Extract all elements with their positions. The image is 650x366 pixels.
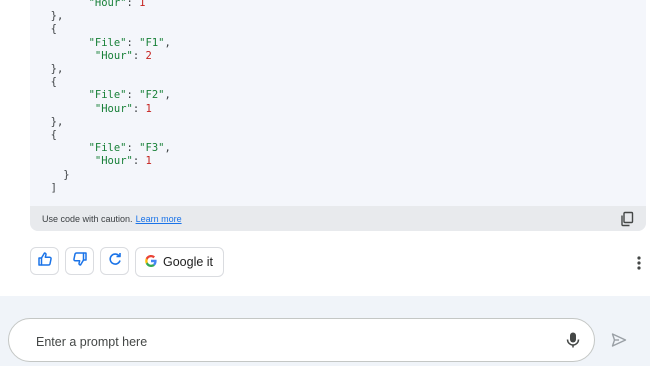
code-block: "Hour": 1 }, { "File": "F1", "Hour": 2 }…	[30, 0, 646, 231]
mic-icon[interactable]	[563, 330, 583, 350]
code-token: "File"	[88, 36, 127, 49]
code-token: "Hour"	[94, 102, 133, 115]
code-line: "File": "F3",	[38, 142, 171, 155]
code-token: 1	[139, 0, 146, 9]
code-token: :	[126, 36, 140, 49]
prompt-input[interactable]	[34, 331, 538, 353]
code-line: {	[38, 23, 57, 36]
regenerate-button[interactable]	[100, 247, 129, 275]
code-token: },	[38, 115, 64, 128]
copy-icon[interactable]	[619, 211, 635, 227]
code-token: 2	[145, 49, 152, 62]
code-line: "Hour": 2	[38, 50, 152, 63]
thumbs-up-button[interactable]	[30, 247, 59, 275]
code-token: "F2"	[139, 89, 165, 102]
code-token: "File"	[88, 89, 127, 102]
more-vertical-icon[interactable]	[633, 254, 645, 272]
code-line: },	[38, 115, 64, 129]
code-token: :	[132, 49, 146, 62]
code-line: }	[38, 168, 70, 182]
code-content: "Hour": 1 }, { "File": "F1", "Hour": 2 }…	[30, 0, 646, 206]
code-token: ,	[164, 36, 171, 49]
thumbs-up-icon	[37, 251, 53, 272]
response-actions: Google it	[30, 247, 225, 277]
code-token: }	[38, 168, 70, 181]
google-g-icon	[144, 254, 158, 271]
code-token: ]	[38, 181, 57, 194]
code-line: "Hour": 1	[38, 0, 146, 10]
code-line: "File": "F1",	[38, 37, 171, 50]
code-line: "File": "F2",	[38, 89, 171, 102]
code-token: "F3"	[139, 142, 165, 155]
code-token: },	[38, 63, 64, 75]
code-token: "Hour"	[94, 49, 133, 62]
regenerate-icon	[107, 251, 123, 272]
code-line: },	[38, 10, 64, 23]
code-token: ,	[164, 142, 171, 155]
send-icon[interactable]	[610, 331, 628, 349]
code-line: {	[38, 129, 57, 142]
code-token: :	[132, 102, 146, 115]
code-token: :	[126, 0, 140, 9]
code-token: {	[38, 129, 57, 141]
code-line: "Hour": 1	[38, 103, 152, 116]
code-token: },	[38, 10, 64, 23]
code-line: },	[38, 63, 64, 76]
code-token: "Hour"	[88, 0, 127, 9]
prompt-box	[8, 318, 595, 362]
code-token: "F1"	[139, 36, 165, 49]
code-token: {	[38, 23, 57, 36]
google-it-label: Google it	[163, 255, 214, 269]
code-token: :	[132, 155, 146, 168]
thumbs-down-icon	[72, 251, 88, 272]
learn-more-link[interactable]: Learn more	[136, 214, 182, 224]
code-token: ,	[164, 89, 171, 102]
code-token: {	[38, 76, 57, 89]
code-token: 1	[145, 155, 152, 168]
code-footer: Use code with caution. Learn more	[30, 206, 646, 231]
thumbs-down-button[interactable]	[65, 247, 94, 275]
code-token: :	[126, 142, 140, 155]
code-token: "File"	[88, 142, 127, 155]
code-token: :	[126, 89, 140, 102]
caution-text: Use code with caution.	[42, 213, 133, 224]
code-line: {	[38, 76, 57, 89]
code-token: "Hour"	[94, 155, 133, 168]
code-line: "Hour": 1	[38, 155, 152, 168]
code-line: ]	[38, 182, 57, 195]
google-it-button[interactable]: Google it	[135, 247, 225, 277]
code-token: 1	[145, 102, 152, 115]
